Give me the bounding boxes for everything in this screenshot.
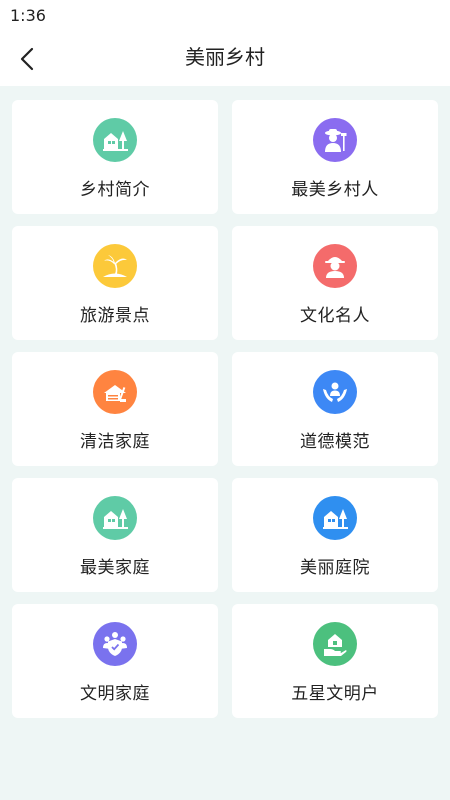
menu-item-beautiful-courtyards[interactable]: 美丽庭院 (232, 478, 438, 592)
nav-bar: 美丽乡村 (0, 32, 450, 86)
status-bar: 1:36 (0, 0, 450, 32)
clean-house-icon (93, 370, 137, 414)
menu-item-label: 最美家庭 (80, 558, 150, 578)
menu-item-best-families[interactable]: 最美家庭 (12, 478, 218, 592)
house-tree-icon (313, 496, 357, 540)
menu-item-civilized-families[interactable]: 文明家庭 (12, 604, 218, 718)
status-time: 1:36 (10, 6, 46, 25)
menu-item-moral-models[interactable]: 道德模范 (232, 352, 438, 466)
menu-item-label: 文明家庭 (80, 684, 150, 704)
menu-item-cultural-celebrities[interactable]: 文化名人 (232, 226, 438, 340)
menu-item-label: 旅游景点 (80, 306, 150, 326)
back-button[interactable] (10, 42, 44, 76)
menu-item-label: 道德模范 (300, 432, 370, 452)
menu-grid: 乡村简介 最美乡村人 旅游景点 文化名人 清洁家庭 道德模范 最美家庭 美丽庭院… (12, 100, 438, 718)
menu-item-tourist-spots[interactable]: 旅游景点 (12, 226, 218, 340)
menu-item-best-villagers[interactable]: 最美乡村人 (232, 100, 438, 214)
hand-house-icon (313, 622, 357, 666)
palm-island-icon (93, 244, 137, 288)
menu-item-label: 五星文明户 (291, 684, 379, 704)
menu-item-label: 清洁家庭 (80, 432, 150, 452)
page-title: 美丽乡村 (185, 45, 265, 69)
menu-item-clean-families[interactable]: 清洁家庭 (12, 352, 218, 466)
farmer-icon (313, 118, 357, 162)
person-hat-icon (313, 244, 357, 288)
menu-item-village-intro[interactable]: 乡村简介 (12, 100, 218, 214)
hands-person-icon (313, 370, 357, 414)
family-shield-icon (93, 622, 137, 666)
menu-item-label: 美丽庭院 (300, 558, 370, 578)
house-tree-icon (93, 496, 137, 540)
menu-item-label: 文化名人 (300, 306, 370, 326)
menu-item-five-star-households[interactable]: 五星文明户 (232, 604, 438, 718)
house-tree-icon (93, 118, 137, 162)
menu-item-label: 最美乡村人 (291, 180, 379, 200)
menu-item-label: 乡村简介 (80, 180, 150, 200)
chevron-left-icon (20, 47, 34, 71)
